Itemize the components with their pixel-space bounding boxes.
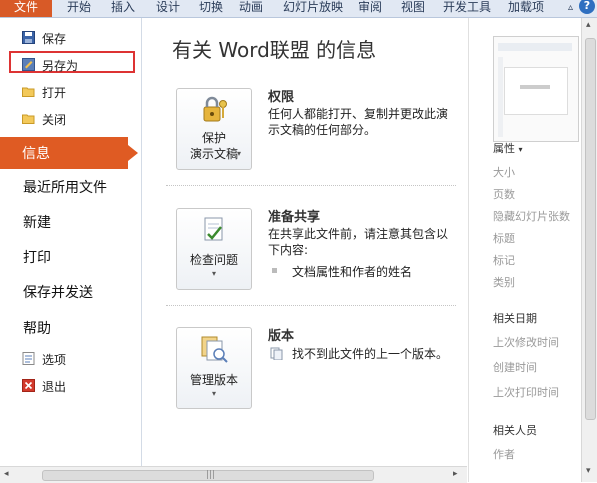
ribbon-tab-bar: 文件 开始 插入 设计 切换 动画 幻灯片放映 审阅 视图 开发工具 加载项 ▵…: [0, 0, 597, 18]
vertical-scrollbar[interactable]: ▴ ▾: [581, 18, 597, 482]
chevron-down-icon: ▾: [518, 145, 523, 154]
dropdown-arrow-icon: ▾: [237, 149, 242, 158]
property-pages: 页数: [493, 188, 515, 201]
tab-developer[interactable]: 开发工具: [443, 0, 491, 17]
date-last-printed: 上次打印时间: [493, 386, 559, 399]
properties-header-label: 属性: [493, 142, 515, 155]
tab-home[interactable]: 开始: [67, 0, 91, 17]
version-document-icon: [270, 347, 283, 360]
check-for-issues-button[interactable]: 检查问题 ▾: [176, 208, 252, 290]
save-icon: [22, 31, 35, 44]
minimize-ribbon-icon[interactable]: ▵: [568, 2, 573, 13]
button-label: 保护: [201, 131, 226, 145]
help-icon[interactable]: ?: [579, 0, 595, 14]
permissions-heading: 权限: [268, 90, 295, 105]
backstage-sidebar: 保存 另存为 打开 关闭 信息 最近所用文件 新建 打印 保存并发送 帮助 选项…: [0, 18, 142, 482]
dropdown-arrow-icon: ▾: [211, 389, 216, 398]
property-size: 大小: [493, 166, 515, 179]
tab-animations[interactable]: 动画: [239, 0, 263, 17]
sidebar-item-save-send[interactable]: 保存并发送: [23, 282, 93, 302]
sidebar-item-info[interactable]: 信息: [0, 137, 128, 169]
related-people-header: 相关人员: [493, 424, 537, 437]
tab-review[interactable]: 审阅: [358, 0, 382, 17]
property-hidden-slides: 隐藏幻灯片张数: [493, 210, 570, 223]
related-dates-header: 相关日期: [493, 312, 537, 325]
scrollbar-grip-icon: |||: [206, 470, 216, 480]
options-icon: [22, 352, 35, 365]
scroll-right-icon[interactable]: ▸: [453, 469, 458, 479]
permissions-description: 任何人都能打开、复制并更改此演示文稿的任何部分。: [268, 107, 449, 137]
property-category: 类别: [493, 276, 515, 289]
page-title: 有关 Word联盟 的信息: [172, 38, 377, 62]
folder-close-icon: [22, 114, 35, 124]
sidebar-item-label: 打开: [42, 86, 67, 100]
horizontal-scrollbar[interactable]: ◂ ||| ▸: [0, 466, 467, 483]
sidebar-item-label: 关闭: [42, 113, 67, 127]
versions-icon: [201, 336, 228, 363]
tab-insert[interactable]: 插入: [111, 0, 135, 17]
button-label: 检查问题: [189, 253, 238, 267]
bullet-marker: [272, 268, 277, 273]
tab-design[interactable]: 设计: [156, 0, 180, 17]
sidebar-item-recent[interactable]: 最近所用文件: [23, 177, 107, 197]
dropdown-arrow-icon: ▾: [211, 269, 216, 278]
prepare-description: 在共享此文件前，请注意其包含以下内容:: [268, 227, 449, 257]
sidebar-item-label: 保存: [42, 32, 67, 46]
date-last-modified: 上次修改时间: [493, 336, 559, 349]
divider: [166, 305, 456, 306]
people-author: 作者: [493, 448, 515, 461]
properties-panel: 属性 ▾ 大小 页数 隐藏幻灯片张数 标题 标记 类别 相关日期 上次修改时间 …: [468, 18, 582, 482]
sidebar-item-print[interactable]: 打印: [23, 247, 51, 267]
sidebar-item-label: 选项: [42, 353, 67, 367]
sidebar-item-label: 信息: [22, 146, 50, 162]
prepare-heading: 准备共享: [268, 210, 321, 225]
presentation-thumbnail: [493, 36, 579, 142]
document-check-icon: [204, 217, 223, 241]
folder-open-icon: [22, 87, 35, 97]
lock-key-icon: [203, 96, 227, 122]
sidebar-item-label: 退出: [42, 380, 67, 394]
versions-description: 找不到此文件的上一个版本。: [292, 347, 449, 361]
exit-icon: [22, 379, 35, 392]
prepare-bullet-text: 文档属性和作者的姓名: [292, 265, 413, 279]
sidebar-item-label: 另存为: [42, 59, 79, 73]
manage-versions-button[interactable]: 管理版本 ▾: [176, 327, 252, 409]
scrollbar-thumb[interactable]: [585, 38, 596, 420]
scroll-down-icon[interactable]: ▾: [586, 466, 591, 476]
selected-indicator: [128, 145, 138, 161]
tab-view[interactable]: 视图: [401, 0, 425, 17]
versions-heading: 版本: [268, 329, 295, 344]
tab-transitions[interactable]: 切换: [199, 0, 223, 17]
scroll-up-icon[interactable]: ▴: [586, 20, 591, 30]
protect-presentation-button[interactable]: 保护 演示文稿 ▾: [176, 88, 252, 170]
sidebar-item-new[interactable]: 新建: [23, 212, 51, 232]
scroll-left-icon[interactable]: ◂: [4, 469, 9, 479]
tab-addins[interactable]: 加载项: [508, 0, 544, 17]
property-title: 标题: [493, 232, 515, 245]
tab-slideshow[interactable]: 幻灯片放映: [283, 0, 343, 17]
tab-file[interactable]: 文件: [0, 0, 52, 17]
divider: [166, 185, 456, 186]
button-label: 管理版本: [189, 373, 238, 387]
property-tags: 标记: [493, 254, 515, 267]
date-created: 创建时间: [493, 361, 537, 374]
properties-header[interactable]: 属性 ▾: [493, 140, 523, 156]
info-panel: 有关 Word联盟 的信息 保护 演示文稿 ▾ 权限 任何人都能打开、复制并更改…: [142, 18, 467, 466]
sidebar-item-help[interactable]: 帮助: [23, 318, 51, 338]
save-as-icon: [22, 58, 35, 71]
